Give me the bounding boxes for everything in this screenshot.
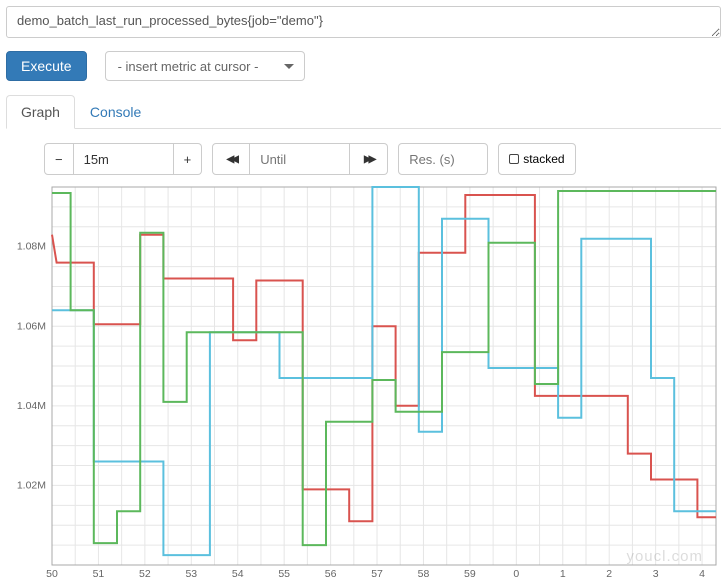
time-back-button[interactable]: ◀◀	[212, 143, 250, 175]
series-teal	[52, 187, 716, 555]
tab-console[interactable]: Console	[75, 95, 156, 129]
tab-graph[interactable]: Graph	[6, 95, 75, 129]
svg-text:3: 3	[653, 568, 659, 580]
fastforward-icon: ▶▶	[364, 154, 373, 165]
execute-button[interactable]: Execute	[6, 51, 87, 81]
svg-text:58: 58	[418, 568, 430, 580]
svg-text:1.06M: 1.06M	[17, 320, 46, 332]
time-nav-group: ◀◀ ▶▶	[212, 143, 388, 175]
svg-text:51: 51	[93, 568, 105, 580]
svg-text:4: 4	[699, 568, 705, 580]
svg-text:59: 59	[464, 568, 476, 580]
svg-text:2: 2	[606, 568, 612, 580]
range-increase-button[interactable]: +	[174, 143, 203, 175]
stacked-label: stacked	[523, 152, 564, 166]
time-forward-button[interactable]: ▶▶	[350, 143, 388, 175]
range-input[interactable]	[74, 143, 174, 175]
series-red	[52, 195, 716, 521]
svg-text:52: 52	[139, 568, 151, 580]
svg-text:0: 0	[513, 568, 519, 580]
svg-text:57: 57	[371, 568, 383, 580]
svg-text:55: 55	[278, 568, 290, 580]
svg-text:1: 1	[560, 568, 566, 580]
range-group: − +	[44, 143, 202, 175]
svg-text:56: 56	[325, 568, 337, 580]
stacked-icon	[509, 154, 519, 164]
rewind-icon: ◀◀	[226, 154, 235, 165]
svg-text:53: 53	[185, 568, 197, 580]
query-input[interactable]	[6, 6, 721, 38]
until-input[interactable]	[250, 143, 350, 175]
stacked-toggle[interactable]: stacked	[498, 143, 575, 175]
minus-icon: −	[55, 152, 63, 167]
svg-text:1.08M: 1.08M	[17, 241, 46, 253]
svg-text:54: 54	[232, 568, 244, 580]
resolution-input[interactable]	[398, 143, 488, 175]
series-green	[52, 191, 716, 545]
range-decrease-button[interactable]: −	[44, 143, 74, 175]
metric-selector-label: - insert metric at cursor -	[118, 59, 259, 74]
metric-selector[interactable]: - insert metric at cursor -	[105, 51, 305, 81]
plus-icon: +	[184, 152, 192, 167]
chart: 1.02M 1.04M 1.06M 1.08M 50 51 52 53 54 55 56 57 58 59…	[6, 183, 721, 581]
svg-text:50: 50	[46, 568, 58, 580]
view-tabs: Graph Console	[6, 95, 721, 129]
svg-text:1.04M: 1.04M	[17, 400, 46, 412]
svg-text:1.02M: 1.02M	[17, 479, 46, 491]
